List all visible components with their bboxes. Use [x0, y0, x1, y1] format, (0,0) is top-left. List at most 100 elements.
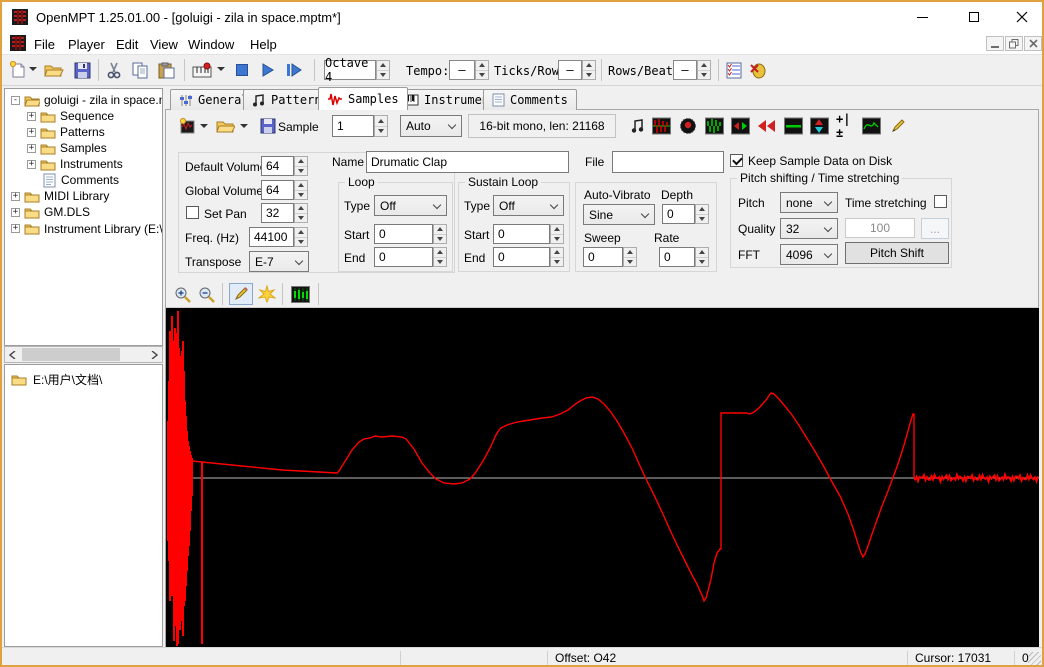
- frequency-field[interactable]: 44100: [249, 227, 294, 247]
- loop-start-spinner[interactable]: [433, 224, 447, 244]
- global-volume-field[interactable]: 64: [261, 180, 294, 200]
- rows-spinner[interactable]: [697, 60, 711, 80]
- keep-on-disk-checkbox[interactable]: [730, 154, 743, 167]
- library-path-label[interactable]: E:\用户\文档\: [33, 371, 102, 388]
- pitch-shift-button[interactable]: Pitch Shift: [845, 242, 949, 264]
- cut-icon[interactable]: [104, 60, 124, 80]
- play-from-position-icon[interactable]: [284, 60, 304, 80]
- sample-zoom-combo[interactable]: Auto: [400, 115, 462, 137]
- tree-item-label[interactable]: Patterns: [60, 125, 105, 139]
- fft-combo[interactable]: 4096: [780, 244, 838, 265]
- tree-item-midi-library[interactable]: + MIDI Library: [11, 188, 109, 204]
- octave-display[interactable]: Octave 4: [324, 60, 376, 80]
- vibrato-rate-spinner[interactable]: [695, 247, 709, 267]
- resample-icon[interactable]: [731, 117, 750, 135]
- collapse-icon[interactable]: -: [11, 96, 20, 105]
- save-file-icon[interactable]: [72, 60, 92, 80]
- sustain-end-spinner[interactable]: [550, 247, 564, 267]
- pitch-combo[interactable]: none: [780, 192, 838, 213]
- draw-sample-icon[interactable]: [888, 117, 907, 135]
- file-field[interactable]: [612, 151, 724, 173]
- vibrato-rate-field[interactable]: 0: [659, 247, 695, 267]
- scrollbar-thumb[interactable]: [22, 348, 120, 361]
- pattern-properties-icon[interactable]: [724, 60, 744, 80]
- mdi-restore-button[interactable]: [1005, 36, 1023, 51]
- sustain-end-field[interactable]: 0: [493, 247, 550, 267]
- loop-type-combo[interactable]: Off: [374, 195, 447, 216]
- tab-label[interactable]: Samples: [348, 92, 399, 106]
- tree-item-patterns[interactable]: + Patterns: [27, 124, 105, 140]
- menu-view[interactable]: View: [144, 35, 184, 54]
- tab-comments[interactable]: Comments: [483, 89, 577, 110]
- waveform-display[interactable]: [166, 308, 1039, 647]
- tree-item-label[interactable]: Instrument Library (E:\用: [44, 220, 163, 237]
- stretch-amount-field[interactable]: 100: [845, 218, 915, 238]
- expand-icon[interactable]: +: [27, 144, 36, 153]
- silence-icon[interactable]: [784, 117, 803, 135]
- sample-number-field[interactable]: 1: [332, 115, 374, 137]
- tree-item-gm-dls[interactable]: + GM.DLS: [11, 204, 90, 220]
- tree-item-label[interactable]: Instruments: [60, 157, 123, 171]
- maximize-button[interactable]: [951, 2, 997, 32]
- new-sample-dropdown-icon[interactable]: [200, 124, 208, 128]
- sample-number-spinner[interactable]: [374, 115, 388, 137]
- vibrato-depth-field[interactable]: 0: [662, 204, 695, 224]
- library-path-item[interactable]: E:\用户\文档\: [11, 371, 102, 387]
- scroll-left-icon[interactable]: [5, 347, 21, 362]
- rows-display[interactable]: —: [673, 60, 697, 80]
- zoom-in-icon[interactable]: [172, 284, 192, 304]
- transpose-combo[interactable]: E-7: [249, 251, 309, 272]
- play-sample-note-icon[interactable]: [628, 117, 647, 135]
- default-volume-field[interactable]: 64: [261, 156, 294, 176]
- record-icon[interactable]: [678, 117, 697, 135]
- vibrato-depth-spinner[interactable]: [695, 204, 709, 224]
- sustain-type-combo[interactable]: Off: [493, 195, 564, 216]
- octave-spinner[interactable]: [376, 60, 390, 80]
- sustain-start-field[interactable]: 0: [493, 224, 550, 244]
- tree-item-label[interactable]: MIDI Library: [44, 189, 109, 203]
- tab-label[interactable]: General: [198, 93, 249, 107]
- mdi-minimize-button[interactable]: [986, 36, 1004, 51]
- close-button[interactable]: [999, 2, 1044, 32]
- tab-samples[interactable]: Samples: [318, 87, 408, 110]
- menu-player[interactable]: Player: [62, 35, 111, 54]
- zoom-out-icon[interactable]: [196, 284, 216, 304]
- tree-item-module[interactable]: - goluigi - zila in space.mp: [11, 92, 163, 108]
- tree-item-sequence[interactable]: + Sequence: [27, 108, 114, 124]
- loop-end-spinner[interactable]: [433, 247, 447, 267]
- menu-edit[interactable]: Edit: [110, 35, 144, 54]
- new-sample-icon[interactable]: [178, 117, 197, 135]
- unsign-icon[interactable]: +|±: [836, 117, 855, 135]
- resize-grip[interactable]: [1028, 652, 1041, 665]
- new-file-icon[interactable]: [8, 60, 28, 80]
- loop-end-field[interactable]: 0: [374, 247, 433, 267]
- scroll-right-icon[interactable]: [146, 347, 162, 362]
- tab-label[interactable]: Comments: [510, 93, 568, 107]
- tree-item-instrument-library[interactable]: + Instrument Library (E:\用: [11, 220, 163, 236]
- new-file-dropdown-icon[interactable]: [29, 67, 37, 71]
- vibrato-type-combo[interactable]: Sine: [583, 204, 655, 225]
- time-stretching-checkbox[interactable]: [934, 195, 947, 208]
- expand-icon[interactable]: +: [11, 192, 20, 201]
- expand-icon[interactable]: +: [27, 128, 36, 137]
- expand-icon[interactable]: +: [27, 160, 36, 169]
- tree-item-label[interactable]: Sequence: [60, 109, 114, 123]
- frequency-spinner[interactable]: [294, 227, 308, 247]
- stretch-more-button[interactable]: ...: [921, 218, 949, 239]
- autotune-icon[interactable]: [862, 117, 881, 135]
- copy-icon[interactable]: [130, 60, 150, 80]
- document-system-icon[interactable]: [10, 35, 26, 51]
- tree-horizontal-scrollbar[interactable]: [4, 346, 163, 363]
- midi-dropdown-icon[interactable]: [217, 67, 225, 71]
- minimize-button[interactable]: [899, 2, 945, 32]
- expand-icon[interactable]: +: [11, 224, 20, 233]
- vibrato-sweep-spinner[interactable]: [623, 247, 637, 267]
- midi-keyboard-icon[interactable]: [192, 60, 212, 80]
- set-pan-spinner[interactable]: [294, 203, 308, 223]
- tree-item-instruments[interactable]: + Instruments: [27, 156, 123, 172]
- default-volume-spinner[interactable]: [294, 156, 308, 176]
- tree-item-label[interactable]: Comments: [61, 173, 119, 187]
- menu-help[interactable]: Help: [244, 35, 283, 54]
- set-pan-field[interactable]: 32: [261, 203, 294, 223]
- menu-window[interactable]: Window: [182, 35, 240, 54]
